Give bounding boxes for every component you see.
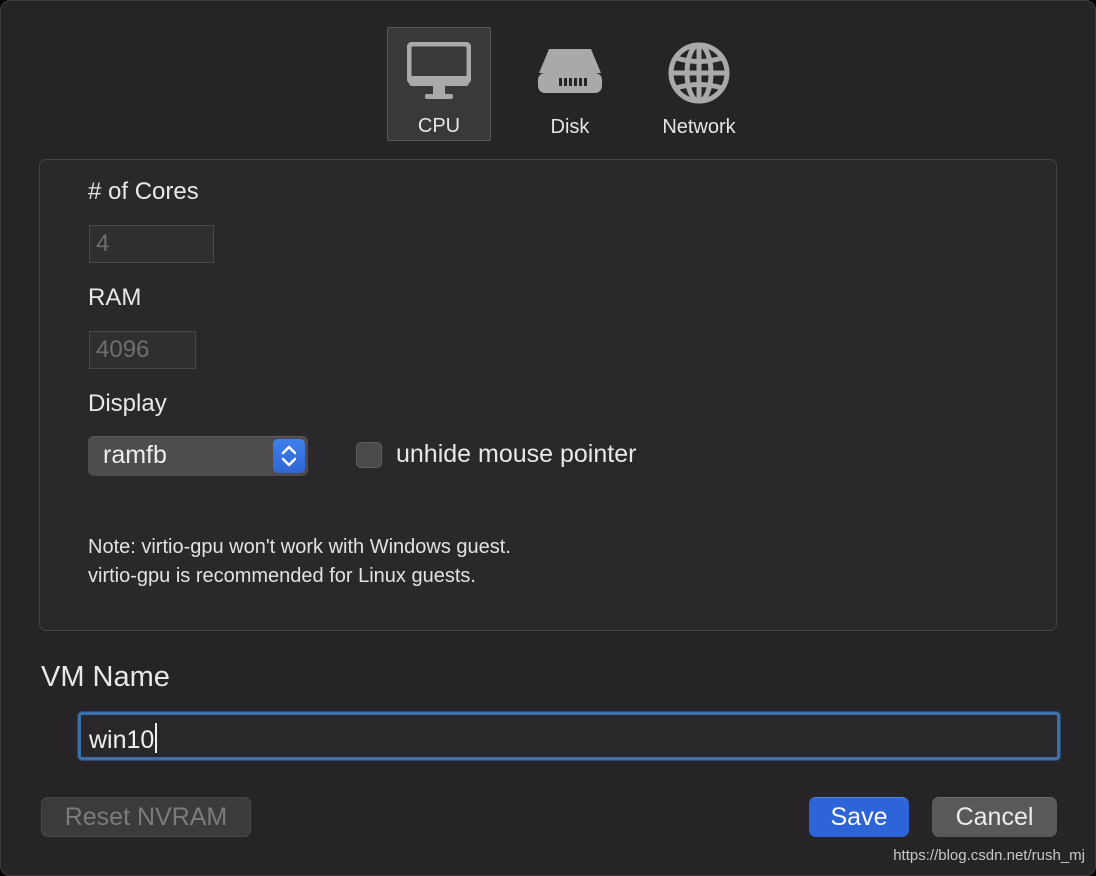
- reset-nvram-button[interactable]: Reset NVRAM: [41, 797, 251, 837]
- note-line-1: Note: virtio-gpu won't work with Windows…: [88, 536, 511, 558]
- tab-network[interactable]: Network: [649, 27, 749, 141]
- tab-cpu-label: CPU: [417, 115, 461, 137]
- cores-field[interactable]: 4: [89, 225, 214, 263]
- tab-disk-label: Disk: [550, 116, 590, 138]
- display-select[interactable]: ramfb: [88, 436, 308, 476]
- watermark-text: https://blog.csdn.net/rush_mj: [893, 847, 1085, 864]
- toolbar-tabs: CPU Disk Network: [1, 27, 1095, 143]
- chevron-up-down-icon: [273, 439, 305, 473]
- vm-settings-window: CPU Disk Network # of Cores 4 RAM 4096 D…: [0, 0, 1096, 876]
- vm-name-label: VM Name: [41, 661, 170, 693]
- unhide-mouse-label[interactable]: unhide mouse pointer: [396, 440, 636, 469]
- disk-drive-icon: [538, 49, 602, 93]
- vm-name-input[interactable]: win10: [78, 712, 1060, 760]
- cpu-settings-panel: # of Cores 4 RAM 4096 Display ramfb unhi…: [39, 159, 1057, 631]
- display-note: Note: virtio-gpu won't work with Windows…: [88, 533, 511, 591]
- tab-network-label: Network: [662, 116, 736, 138]
- monitor-icon: [407, 42, 471, 99]
- tab-disk[interactable]: Disk: [521, 27, 619, 141]
- cancel-button[interactable]: Cancel: [932, 797, 1057, 837]
- vm-name-value: win10: [89, 726, 155, 754]
- note-line-2: virtio-gpu is recommended for Linux gues…: [88, 565, 476, 587]
- unhide-mouse-checkbox[interactable]: [356, 442, 382, 468]
- ram-label: RAM: [88, 284, 142, 311]
- globe-icon: [668, 42, 730, 104]
- tab-cpu[interactable]: CPU: [387, 27, 491, 141]
- display-select-value: ramfb: [103, 441, 167, 469]
- text-caret: [155, 723, 158, 753]
- display-label: Display: [88, 390, 167, 417]
- cores-label: # of Cores: [88, 178, 199, 205]
- save-button[interactable]: Save: [809, 797, 909, 837]
- ram-field[interactable]: 4096: [89, 331, 196, 369]
